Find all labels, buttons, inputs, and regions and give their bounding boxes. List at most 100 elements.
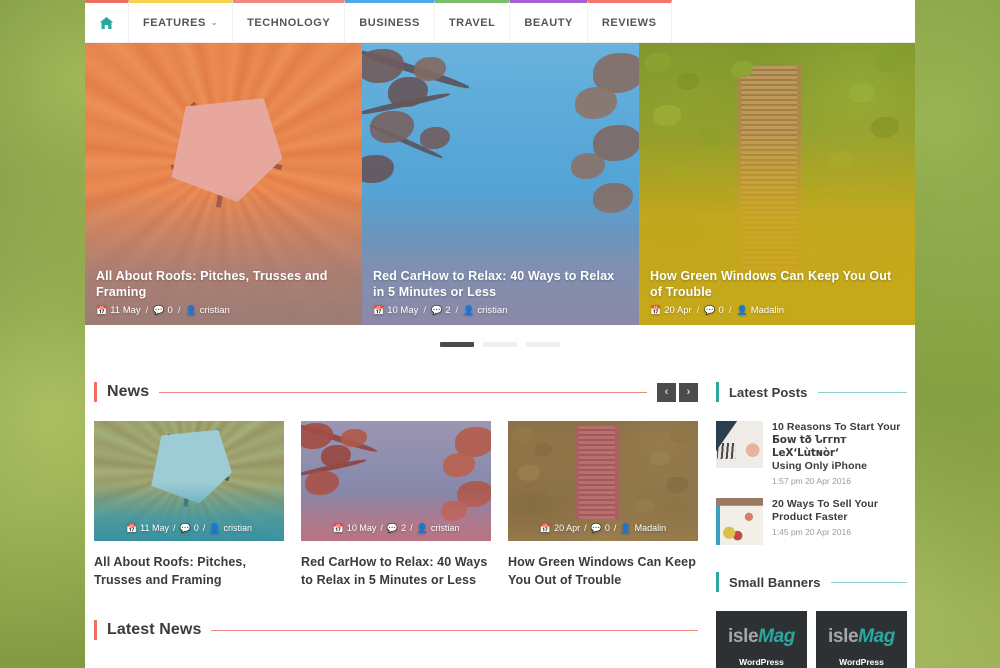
banner-logo-isle: isle (828, 626, 859, 647)
slide-3-author: 👤 Madalin (736, 305, 784, 316)
news-card-comment-count: 0 (604, 523, 610, 533)
separator: / (173, 523, 176, 533)
news-card-title[interactable]: How Green Windows Can Keep You Out of Tr… (508, 553, 698, 589)
nav-item-travel[interactable]: TRAVEL (434, 0, 511, 43)
news-card-thumbnail[interactable]: 📅 10 May / 💬 2 / 👤 cristian (301, 421, 491, 541)
comment-icon: 💬 (386, 522, 399, 533)
news-card-comments: 💬 0 (591, 523, 610, 533)
post-title[interactable]: 10 Reasons To Start Your Бow tð Նггnт Le… (772, 421, 907, 473)
desk-photo-thumb-icon (716, 421, 763, 468)
post-text: 20 Ways To Sell Your Product Faster 1:45… (772, 498, 907, 545)
banner-ad[interactable]: isleMag WordPress Magazine Theme (816, 611, 907, 668)
post-title-line2: Product Faster (772, 511, 848, 523)
nav-item-technology[interactable]: TECHNOLOGY (233, 0, 346, 43)
post-title-line2: Бow tð Նггnт LeХʻLùtɴòrʻ (772, 434, 847, 459)
banner-ad[interactable]: isleMag WordPress Magazine Theme (716, 611, 807, 668)
calendar-icon: 📅 (125, 522, 138, 533)
calendar-icon: 📅 (373, 305, 385, 315)
slide-2-date-text: 10 May (387, 305, 419, 316)
slide-2-comments: 💬 2 (431, 305, 451, 316)
author-icon: 👤 (209, 522, 221, 533)
post-thumbnail[interactable] (716, 421, 763, 468)
slide-3-title[interactable]: How Green Windows Can Keep You Out of Tr… (650, 268, 904, 300)
banner-logo-isle: isle (728, 626, 759, 647)
slide-1-author-text: cristian (199, 305, 230, 316)
news-next-button[interactable]: › (679, 382, 698, 402)
news-card-comment-count: 2 (401, 523, 407, 533)
slide-2-title[interactable]: Red CarHow to Relax: 40 Ways to Relax in… (373, 268, 628, 300)
page-container: FEATURES ⌄ TECHNOLOGY BUSINESS TRAVEL BEAUTY R… (85, 0, 915, 668)
featured-slider[interactable]: All About Roofs: Pitches, Trusses and Fr… (85, 43, 915, 325)
slider-dot-1[interactable] (440, 341, 474, 347)
news-card-title[interactable]: Red CarHow to Relax: 40 Ways to Relax in… (301, 553, 491, 589)
post-thumbnail[interactable] (716, 498, 763, 545)
slider-slide-1[interactable]: All About Roofs: Pitches, Trusses and Fr… (85, 43, 362, 325)
news-card-date-text: 20 Apr (554, 523, 581, 533)
news-card-thumbnail[interactable]: 📅 11 May / 💬 0 / 👤 cristian (94, 421, 284, 541)
nav-item-business[interactable]: BUSINESS (345, 0, 435, 43)
post-title[interactable]: 20 Ways To Sell Your Product Faster (772, 498, 907, 524)
separator: / (202, 523, 206, 533)
slider-slide-2[interactable]: Red CarHow to Relax: 40 Ways to Relax in… (362, 43, 639, 325)
small-banners-list: isleMag WordPress Magazine Theme isleMag… (716, 611, 907, 668)
news-card-title[interactable]: All About Roofs: Pitches, Trusses and Fr… (94, 553, 284, 589)
news-card-date-text: 10 May (346, 523, 377, 533)
slide-3-author-text: Madalin (750, 305, 784, 316)
slide-1-title[interactable]: All About Roofs: Pitches, Trusses and Fr… (96, 268, 351, 300)
section-divider-rule (211, 629, 698, 631)
news-card-meta: 📅 10 May / 💬 2 / 👤 cristian (301, 523, 491, 533)
slider-dot-2[interactable] (483, 341, 517, 347)
post-title-line3: Using Only iPhone (772, 460, 868, 472)
slider-dot-3[interactable] (526, 341, 560, 347)
section-divider-rule (817, 391, 907, 393)
separator: / (177, 305, 181, 316)
post-title-line1: 20 Ways To Sell Your (772, 498, 879, 510)
news-card-author-text: cristian (430, 523, 460, 533)
calendar-icon: 📅 (539, 522, 552, 533)
calendar-icon: 📅 (650, 305, 662, 315)
news-card-author: 👤 cristian (417, 523, 460, 533)
banner-logo-mag: Mag (858, 626, 895, 647)
small-banners-header: Small Banners (716, 567, 907, 597)
slide-3-date-text: 20 Apr (664, 305, 692, 316)
slide-3-caption: How Green Windows Can Keep You Out of Tr… (650, 268, 904, 316)
nav-item-beauty[interactable]: BEAUTY (510, 0, 588, 43)
content-area: News ‹ › 📅 11 May / 💬 0 / 👤 cristian All… (85, 363, 915, 668)
news-card-meta: 📅 11 May / 💬 0 / 👤 cristian (94, 523, 284, 533)
news-card-meta: 📅 20 Apr / 💬 0 / 👤 Madalin (508, 523, 698, 533)
separator: / (423, 305, 427, 316)
list-item[interactable]: 10 Reasons To Start Your Бow tð Նггnт Le… (716, 421, 907, 486)
banner-subtitle: WordPress Magazine Theme (839, 657, 884, 667)
comment-icon: 💬 (704, 305, 716, 315)
separator: / (410, 523, 413, 533)
latest-news-section-header: Latest News (94, 615, 698, 645)
news-prev-button[interactable]: ‹ (657, 382, 676, 402)
nav-item-home[interactable] (85, 0, 129, 43)
news-card[interactable]: 📅 20 Apr / 💬 0 / 👤 Madalin How Green Win… (508, 421, 698, 589)
post-date: 1:57 pm 20 Apr 2016 (772, 476, 851, 486)
news-card-date-text: 11 May (140, 523, 170, 533)
slider-pagination[interactable] (85, 325, 915, 363)
nav-item-label: TRAVEL (448, 17, 496, 29)
separator: / (728, 305, 732, 316)
news-card-thumbnail[interactable]: 📅 20 Apr / 💬 0 / 👤 Madalin (508, 421, 698, 541)
news-card-date: 📅 11 May (126, 523, 169, 533)
post-title-line1: 10 Reasons To Start Your (772, 421, 901, 433)
slider-slide-3[interactable]: How Green Windows Can Keep You Out of Tr… (639, 43, 915, 325)
news-card[interactable]: 📅 11 May / 💬 0 / 👤 cristian All About Ro… (94, 421, 284, 589)
news-card-comments: 💬 0 (180, 523, 199, 533)
calendar-icon: 📅 (332, 522, 344, 533)
slide-2-comment-count: 2 (445, 305, 451, 316)
nav-item-label: BUSINESS (359, 17, 420, 29)
news-card-date: 📅 20 Apr (540, 523, 580, 533)
nav-item-reviews[interactable]: REVIEWS (587, 0, 672, 43)
nav-item-features[interactable]: FEATURES ⌄ (129, 0, 234, 43)
slide-1-meta: 📅 11 May / 💬 0 / 👤 cristian (96, 305, 351, 316)
latest-news-section-title: Latest News (107, 621, 202, 638)
list-item[interactable]: 20 Ways To Sell Your Product Faster 1:45… (716, 498, 907, 545)
slide-1-date-text: 11 May (110, 305, 141, 316)
chevron-down-icon: ⌄ (210, 17, 219, 27)
slide-1-date: 📅 11 May (96, 305, 141, 316)
news-card[interactable]: 📅 10 May / 💬 2 / 👤 cristian Red CarHow t… (301, 421, 491, 589)
small-banners-title: Small Banners (729, 574, 821, 590)
